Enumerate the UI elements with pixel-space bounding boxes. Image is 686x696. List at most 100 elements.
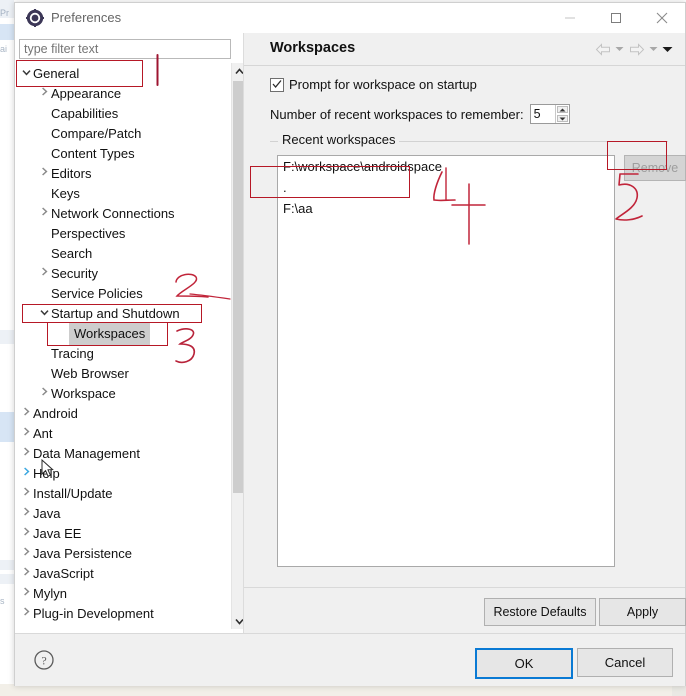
preferences-tree[interactable]: General Appearance Capabilities Compare/Pat… <box>19 63 231 629</box>
chevron-right-icon[interactable] <box>19 604 33 624</box>
stepper-buttons <box>554 105 569 123</box>
recent-count-row: Number of recent workspaces to remember: <box>270 104 570 124</box>
tree-item-workspaces[interactable]: Workspaces <box>19 323 231 346</box>
remove-button[interactable]: Remove <box>624 155 686 181</box>
tree-item-install-update[interactable]: Install/Update <box>19 483 231 503</box>
maximize-icon[interactable] <box>593 3 639 33</box>
tree-item-search[interactable]: Search <box>19 243 231 263</box>
dialog-footer: ? OK Cancel <box>15 633 685 686</box>
tree-item-label: Install/Update <box>33 485 113 501</box>
tree-item-workspace[interactable]: Workspace <box>19 383 231 403</box>
chevron-down-icon[interactable] <box>19 64 33 84</box>
tree-item-label: Java <box>33 505 61 521</box>
tree-item-label: Keys <box>51 185 80 201</box>
back-arrow-icon[interactable] <box>594 41 611 57</box>
page-title: Workspaces <box>270 40 356 56</box>
bg-fragment <box>0 412 14 442</box>
bg-fragment <box>0 330 14 344</box>
chevron-right-icon[interactable] <box>37 264 51 284</box>
help-icon[interactable]: ? <box>33 649 55 671</box>
chevron-right-icon[interactable] <box>19 544 33 564</box>
chevron-down-icon[interactable] <box>37 304 51 324</box>
ok-button[interactable]: OK <box>475 648 573 679</box>
spinner-down-icon[interactable] <box>556 115 568 122</box>
svg-text:?: ? <box>41 654 46 668</box>
tree-item-general[interactable]: General <box>19 63 231 83</box>
tree-item-label: Java EE <box>33 525 82 541</box>
apply-button[interactable]: Apply <box>599 598 686 626</box>
tree-item-label: Search <box>51 245 93 261</box>
tree-item-label: Tracing <box>51 345 94 361</box>
chevron-right-icon[interactable] <box>19 404 33 424</box>
chevron-right-icon[interactable] <box>37 204 51 224</box>
tree-item-label: Perspectives <box>51 225 126 241</box>
tree-item-ant[interactable]: Ant <box>19 423 231 443</box>
tree-item-tracing[interactable]: Tracing <box>19 343 231 363</box>
bg-text-fragment: Pr <box>0 8 9 18</box>
tree-item-java[interactable]: Java <box>19 503 231 523</box>
minimize-icon[interactable] <box>547 3 593 33</box>
chevron-right-icon[interactable] <box>37 84 51 104</box>
tree-item-perspectives[interactable]: Perspectives <box>19 223 231 243</box>
tree-item-capabilities[interactable]: Capabilities <box>19 103 231 123</box>
list-item[interactable]: . <box>278 177 614 198</box>
dialog-body: General Appearance Capabilities Compare/Pat… <box>15 33 686 634</box>
recent-workspaces-list[interactable]: F:\workspace\androidspace. F:\aa <box>277 155 615 567</box>
tree-item-label: Startup and Shutdown <box>51 305 180 321</box>
tree-item-service-policies[interactable]: Service Policies <box>19 283 231 303</box>
tree-item-content-types[interactable]: Content Types <box>19 143 231 163</box>
chevron-right-icon[interactable] <box>19 584 33 604</box>
tree-item-appearance[interactable]: Appearance <box>19 83 231 103</box>
chevron-right-icon[interactable] <box>19 524 33 544</box>
tree-item-label: Security <box>51 265 98 281</box>
tree-item-label: Ant <box>33 425 53 441</box>
chevron-right-icon[interactable] <box>19 424 33 444</box>
chevron-down-icon[interactable] <box>648 41 659 57</box>
chevron-right-icon[interactable] <box>37 164 51 184</box>
bg-text-fragment: s <box>0 596 5 606</box>
tree-item-java-persistence[interactable]: Java Persistence <box>19 543 231 563</box>
preferences-tree-pane: General Appearance Capabilities Compare/Pat… <box>15 33 247 633</box>
tree-item-data-management[interactable]: Data Management <box>19 443 231 463</box>
restore-defaults-button[interactable]: Restore Defaults <box>484 598 596 626</box>
tree-item-keys[interactable]: Keys <box>19 183 231 203</box>
tree-item-label: General <box>33 65 80 81</box>
tree-item-java-ee[interactable]: Java EE <box>19 523 231 543</box>
list-item[interactable]: F:\workspace\androidspace <box>278 156 614 177</box>
tree-item-mylyn[interactable]: Mylyn <box>19 583 231 603</box>
chevron-right-icon[interactable] <box>37 384 51 404</box>
tree-item-editors[interactable]: Editors <box>19 163 231 183</box>
tree-item-android[interactable]: Android <box>19 403 231 423</box>
tree-item-help[interactable]: Help <box>19 463 231 483</box>
chevron-right-icon[interactable] <box>19 484 33 504</box>
bg-fragment <box>0 560 14 570</box>
prompt-for-workspace-checkbox[interactable] <box>270 77 284 92</box>
close-icon[interactable] <box>639 3 685 33</box>
tree-item-label: Mylyn <box>33 585 67 601</box>
tree-item-web-browser[interactable]: Web Browser <box>19 363 231 383</box>
tree-item-plug-in-development[interactable]: Plug-in Development <box>19 603 231 623</box>
list-item[interactable]: F:\aa <box>278 198 614 219</box>
tree-item-compare-patch[interactable]: Compare/Patch <box>19 123 231 143</box>
chevron-down-icon[interactable] <box>614 41 625 57</box>
chevron-right-icon[interactable] <box>19 444 33 464</box>
tree-item-javascript[interactable]: JavaScript <box>19 563 231 583</box>
tree-item-security[interactable]: Security <box>19 263 231 283</box>
recent-count-input[interactable] <box>530 105 555 123</box>
chevron-right-icon[interactable] <box>19 564 33 584</box>
tree-item-network-connections[interactable]: Network Connections <box>19 203 231 223</box>
window-title: Preferences <box>51 10 122 25</box>
prompt-for-workspace-checkbox-row[interactable]: Prompt for workspace on startup <box>270 77 477 92</box>
recent-count-stepper[interactable] <box>529 104 570 124</box>
chevron-right-icon[interactable] <box>19 464 33 484</box>
forward-arrow-icon[interactable] <box>628 41 645 57</box>
tree-item-startup-and-shutdown[interactable]: Startup and Shutdown <box>19 303 231 323</box>
recent-count-label: Number of recent workspaces to remember: <box>270 106 524 122</box>
cancel-button[interactable]: Cancel <box>577 648 673 677</box>
chevron-right-icon[interactable] <box>19 504 33 524</box>
view-menu-chevron-down-icon[interactable] <box>662 41 673 57</box>
tree-item-label: Content Types <box>51 145 135 161</box>
spinner-up-icon[interactable] <box>556 106 568 113</box>
eclipse-preferences-icon <box>26 9 44 27</box>
filter-input[interactable] <box>19 39 231 59</box>
